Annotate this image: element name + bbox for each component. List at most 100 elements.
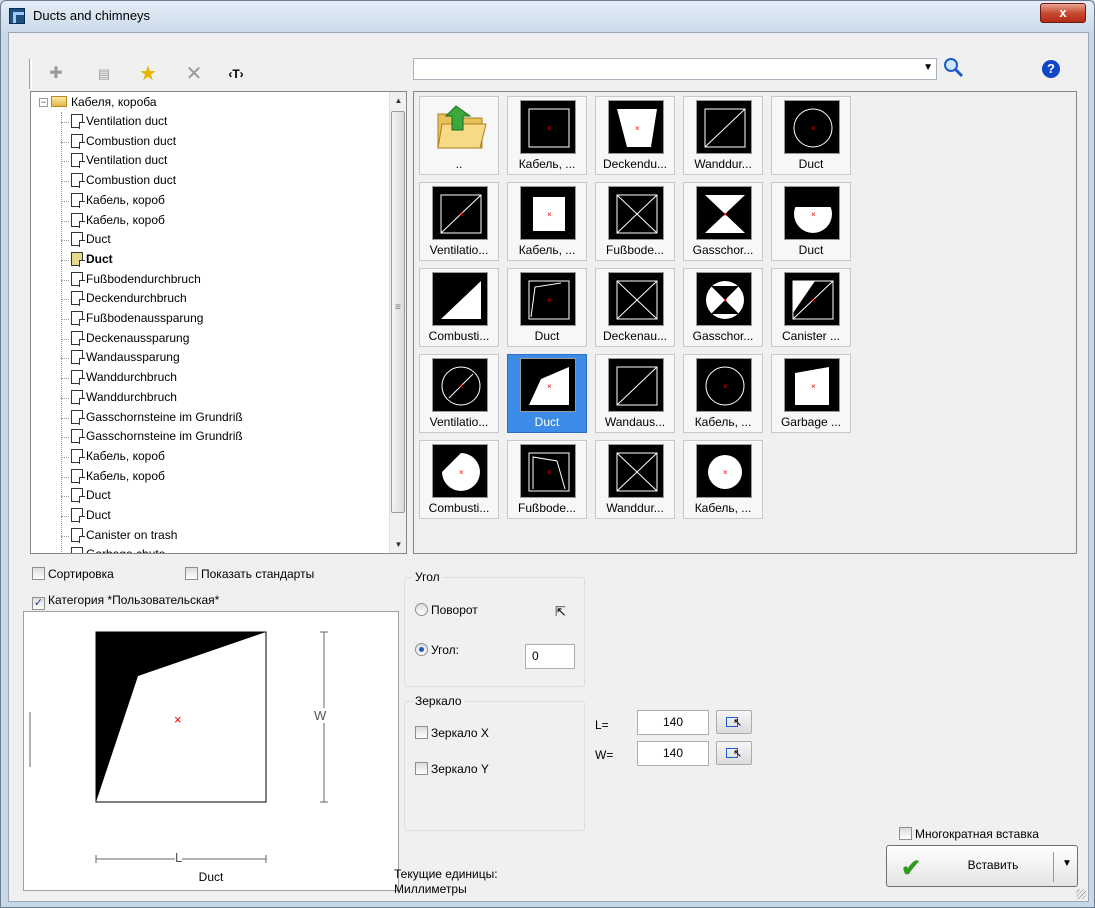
symbol-tile[interactable]: Wandaus...	[595, 354, 675, 433]
l-field[interactable]: 140	[637, 710, 709, 735]
tree-item[interactable]: Кабель, короб	[71, 447, 165, 466]
symbol-tile[interactable]: × Ventilatio...	[419, 182, 499, 261]
show-standards-checkbox[interactable]: Показать стандарты	[185, 567, 314, 583]
multi-insert-checkbox-box[interactable]	[899, 827, 912, 840]
symbol-tile[interactable]: × Кабель, ...	[507, 182, 587, 261]
angle-radio[interactable]: Угол:	[415, 643, 459, 659]
tree-item[interactable]: Fußbodenaussparung	[71, 309, 203, 328]
category-checkbox-box[interactable]: ✓	[32, 597, 45, 610]
tree-item[interactable]: Кабель, короб	[71, 191, 165, 210]
rotate-radio-dot[interactable]	[415, 603, 428, 616]
search-icon[interactable]	[941, 56, 965, 80]
insert-dropdown-icon[interactable]: ▼	[1062, 858, 1072, 869]
symbol-tile[interactable]: Wanddur...	[683, 96, 763, 175]
tree-root[interactable]: − Кабеля, короба	[39, 95, 157, 111]
rotate-radio[interactable]: Поворот	[415, 603, 478, 619]
symbol-tile[interactable]: × Duct	[507, 268, 587, 347]
mirror-x-checkbox[interactable]: Зеркало X	[415, 726, 489, 742]
symbol-tile[interactable]: × Ventilatio...	[419, 354, 499, 433]
scroll-up-icon[interactable]: ▲	[390, 92, 406, 109]
add-icon[interactable]: ✚	[45, 63, 67, 85]
symbol-tile[interactable]: × Кабель, ...	[683, 440, 763, 519]
symbol-tile[interactable]: × Кабель, ...	[507, 96, 587, 175]
text-tag-icon[interactable]: ‹T›	[225, 63, 247, 85]
mirror-y-checkbox-box[interactable]	[415, 762, 428, 775]
tree-item[interactable]: Combustion duct	[71, 132, 176, 151]
tree-scrollbar[interactable]: ▲ ▼	[389, 92, 406, 553]
show-standards-checkbox-box[interactable]	[185, 567, 198, 580]
properties-icon[interactable]: ▤	[93, 63, 115, 85]
scroll-down-icon[interactable]: ▼	[390, 536, 406, 553]
tree-item[interactable]: Combustion duct	[71, 171, 176, 190]
parent-folder-tile[interactable]: ..	[419, 96, 499, 175]
tree-item[interactable]: Ventilation duct	[71, 151, 167, 170]
symbol-tile[interactable]: Wanddur...	[595, 440, 675, 519]
toolbar-grip[interactable]	[29, 59, 32, 89]
pick-w-button[interactable]	[716, 741, 752, 765]
angle-radio-dot[interactable]	[415, 643, 428, 656]
symbol-tile[interactable]: × Кабель, ...	[683, 354, 763, 433]
symbol-thumbnail: ×	[696, 358, 752, 412]
svg-text:×: ×	[547, 296, 552, 305]
tree-item[interactable]: Duct	[71, 250, 113, 269]
w-field[interactable]: 140	[637, 741, 709, 766]
symbol-tile[interactable]: × Duct	[507, 354, 587, 433]
insert-button[interactable]: ✔ Вставить ▼	[886, 845, 1078, 887]
sort-checkbox-box[interactable]	[32, 567, 45, 580]
mirror-x-checkbox-box[interactable]	[415, 726, 428, 739]
mirror-y-checkbox[interactable]: Зеркало Y	[415, 762, 489, 778]
collapse-icon[interactable]: −	[39, 98, 48, 107]
angle-field[interactable]: 0	[525, 644, 575, 669]
symbol-tile[interactable]: × Garbage ...	[771, 354, 851, 433]
scroll-thumb[interactable]	[391, 111, 405, 513]
tree-item[interactable]: Wanddurchbruch	[71, 368, 177, 387]
symbol-tile[interactable]: Deckenau...	[595, 268, 675, 347]
symbol-tile[interactable]: × Gasschor...	[683, 268, 763, 347]
symbol-tile[interactable]: Fußbode...	[595, 182, 675, 261]
sort-checkbox[interactable]: Сортировка	[32, 567, 114, 583]
symbol-tile[interactable]: × Deckendu...	[595, 96, 675, 175]
tree-item[interactable]: Duct	[71, 230, 111, 249]
symbol-tile-label: Gasschor...	[692, 243, 754, 257]
multi-insert-checkbox[interactable]: Многократная вставка	[899, 827, 1039, 843]
help-icon[interactable]: ?	[1042, 60, 1060, 78]
tree-item[interactable]: Deckendurchbruch	[71, 289, 187, 308]
tree-item[interactable]: Garbage chute	[71, 545, 165, 553]
tree-item[interactable]: Duct	[71, 506, 111, 525]
tree-item[interactable]: Canister on trash	[71, 526, 177, 545]
tree-item[interactable]: Wandaussparung	[71, 348, 180, 367]
delete-icon[interactable]: ✕	[183, 63, 205, 85]
tree-item-label: Ventilation duct	[86, 114, 168, 128]
favorite-star-icon[interactable]: ★	[137, 63, 159, 85]
symbol-tile[interactable]: × Duct	[771, 182, 851, 261]
symbol-tile[interactable]: × Duct	[771, 96, 851, 175]
symbol-thumbnail	[608, 358, 664, 412]
document-icon	[71, 291, 85, 307]
tree-item[interactable]: Кабель, короб	[71, 211, 165, 230]
tree-item[interactable]: Кабель, короб	[71, 467, 165, 486]
tree-item[interactable]: Duct	[71, 486, 111, 505]
symbol-tile[interactable]: × Combusti...	[419, 440, 499, 519]
tree-item[interactable]: Gasschornsteine im Grundriß	[71, 408, 243, 427]
tree-item[interactable]: Gasschornsteine im Grundriß	[71, 427, 243, 446]
tree-item[interactable]: Deckenaussparung	[71, 329, 189, 348]
pick-l-button[interactable]	[716, 710, 752, 734]
symbol-tile[interactable]: × Gasschor...	[683, 182, 763, 261]
symbol-tile[interactable]: × Canister ...	[771, 268, 851, 347]
symbol-tile[interactable]: Combusti...	[419, 268, 499, 347]
tree-connector	[61, 240, 69, 242]
catalog-tree[interactable]: − Кабеля, короба Ventilation duct Combusti…	[30, 91, 407, 554]
category-checkbox[interactable]: ✓ Категория *Пользовательская*	[32, 593, 219, 610]
close-button[interactable]: x	[1040, 3, 1086, 23]
pick-rotation-icon[interactable]: ⇱	[555, 604, 566, 620]
title-bar[interactable]: Ducts and chimneys x	[1, 1, 1094, 31]
tree-item[interactable]: Fußbodendurchbruch	[71, 270, 201, 289]
rotate-label: Поворот	[431, 603, 478, 617]
chevron-down-icon[interactable]: ▼	[923, 62, 933, 73]
tree-item[interactable]: Wanddurchbruch	[71, 388, 177, 407]
symbol-tile[interactable]: × Fußbode...	[507, 440, 587, 519]
search-input[interactable]: ▼	[413, 58, 937, 80]
symbol-tile-label: Combusti...	[428, 329, 490, 343]
resize-grip[interactable]	[1076, 889, 1086, 899]
tree-item[interactable]: Ventilation duct	[71, 112, 167, 131]
